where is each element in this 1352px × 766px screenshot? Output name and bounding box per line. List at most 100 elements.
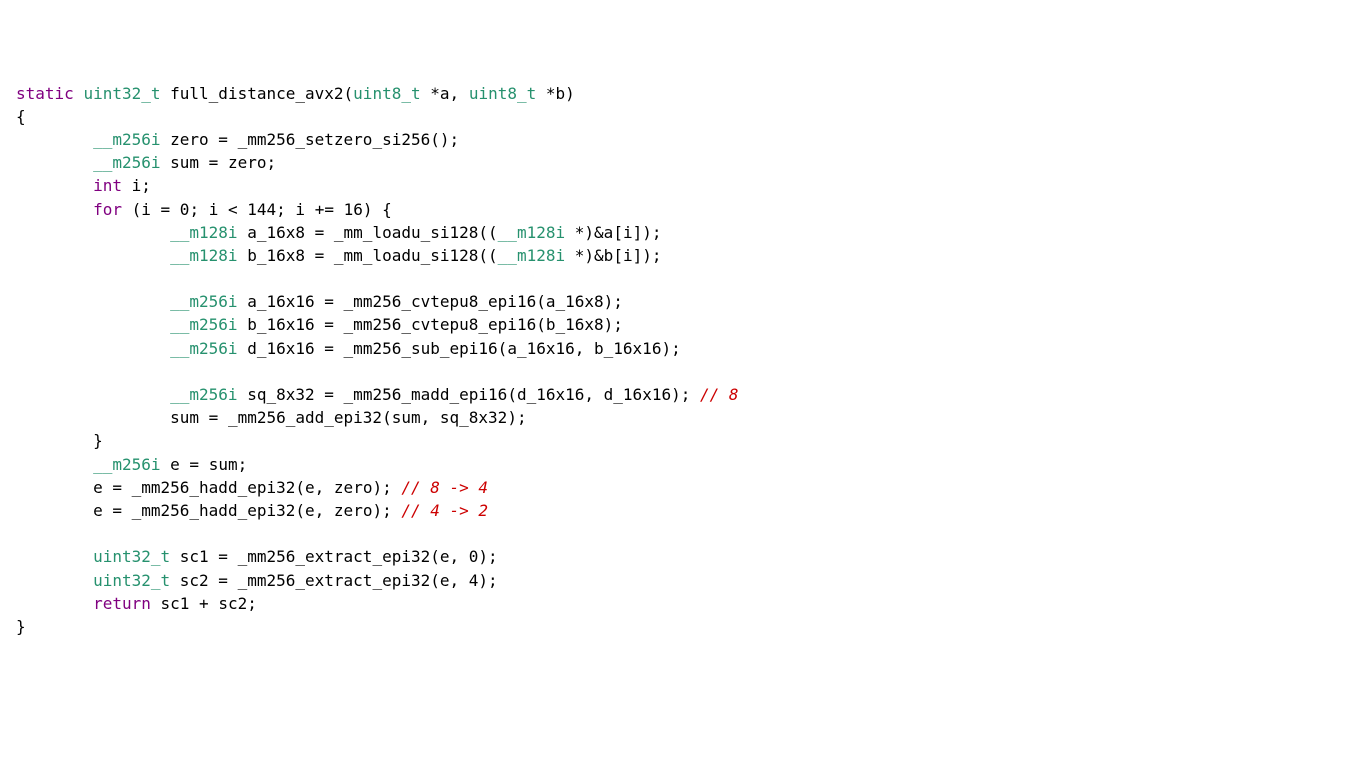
code-line-3: __m256i zero = _mm256_setzero_si256(); [16, 130, 459, 149]
type-int: int [93, 176, 122, 195]
semi: ; [141, 176, 151, 195]
var-sc2: sc2 [218, 594, 247, 613]
space [238, 223, 248, 242]
paren-open: ( [430, 571, 440, 590]
arg2: 0 [469, 547, 479, 566]
arg2: zero [334, 501, 373, 520]
amp: & [594, 246, 604, 265]
comma: , [450, 84, 460, 103]
arg1: e [305, 501, 315, 520]
fn-add: _mm256_add_epi32 [228, 408, 382, 427]
equals: = [315, 339, 344, 358]
var-i: i [141, 200, 151, 219]
equals: = [209, 571, 238, 590]
code-line-21: uint32_t sc1 = _mm256_extract_epi32(e, 0… [16, 547, 498, 566]
code-line-16: } [16, 431, 103, 450]
fn-setzero: _mm256_setzero_si256 [238, 130, 431, 149]
var-sc1: sc1 [180, 547, 209, 566]
space [161, 130, 171, 149]
code-line-19: e = _mm256_hadd_epi32(e, zero); // 4 -> … [16, 501, 488, 520]
paren-close: ) [565, 84, 575, 103]
code-line-18: e = _mm256_hadd_epi32(e, zero); // 8 -> … [16, 478, 488, 497]
comment-8: // 8 [700, 385, 739, 404]
brace-close: } [16, 617, 26, 636]
plus-equals: += [305, 200, 344, 219]
type-m256i: __m256i [93, 130, 160, 149]
equals: = [103, 501, 132, 520]
comma: , [421, 408, 440, 427]
space [565, 246, 575, 265]
arg1: e [305, 478, 315, 497]
type-m256i: __m256i [170, 339, 237, 358]
keyword-return: return [93, 594, 151, 613]
space [238, 339, 248, 358]
paren-open: ( [430, 547, 440, 566]
type-m128i: __m128i [170, 223, 237, 242]
var-sc2: sc2 [180, 571, 209, 590]
num-16: 16 [344, 200, 363, 219]
indent [16, 176, 93, 195]
var-d16x16: d_16x16 [247, 339, 314, 358]
fn-cvtepu8: _mm256_cvtepu8_epi16 [344, 315, 537, 334]
type-m256i: __m256i [170, 315, 237, 334]
space [238, 246, 248, 265]
paren-open: ( [536, 315, 546, 334]
code-line-22: uint32_t sc2 = _mm256_extract_epi32(e, 4… [16, 571, 498, 590]
indent [16, 501, 93, 520]
comma: , [450, 547, 469, 566]
space [690, 385, 700, 404]
code-line-17: __m256i e = sum; [16, 455, 247, 474]
type-uint32: uint32_t [83, 84, 160, 103]
var-sum: sum [170, 153, 199, 172]
pointer-star-b: * [546, 84, 556, 103]
code-line-15: sum = _mm256_add_epi32(sum, sq_8x32); [16, 408, 527, 427]
indent [16, 455, 93, 474]
type-uint32: uint32_t [93, 571, 170, 590]
lt: < [218, 200, 247, 219]
arg1: a_16x16 [507, 339, 574, 358]
space [238, 385, 248, 404]
equals: = [180, 455, 209, 474]
var-e: e [93, 478, 103, 497]
var-sc1: sc1 [161, 594, 190, 613]
semi: ; [238, 455, 248, 474]
type-uint8-b: uint8_t [469, 84, 536, 103]
indent [16, 408, 170, 427]
type-m256i: __m256i [93, 455, 160, 474]
comma: , [584, 385, 603, 404]
equals: = [151, 200, 180, 219]
bracket-open: [ [613, 246, 623, 265]
paren-open: (( [478, 246, 497, 265]
paren-open: ( [344, 84, 354, 103]
space [161, 153, 171, 172]
paren-close: ) [363, 200, 373, 219]
idx-i: i [623, 246, 633, 265]
bracket-open: [ [613, 223, 623, 242]
arg1: sum [392, 408, 421, 427]
var-b16x16: b_16x16 [247, 315, 314, 334]
indent [16, 153, 93, 172]
fn-sub: _mm256_sub_epi16 [344, 339, 498, 358]
fn-hadd: _mm256_hadd_epi32 [132, 478, 296, 497]
cast-m128i: __m128i [498, 223, 565, 242]
semi: ; [247, 594, 257, 613]
code-line-10: __m256i a_16x16 = _mm256_cvtepu8_epi16(a… [16, 292, 623, 311]
arg1: d_16x16 [517, 385, 584, 404]
code-line-24: } [16, 617, 26, 636]
comma: , [575, 339, 594, 358]
fn-loadu: _mm_loadu_si128 [334, 246, 479, 265]
code-line-7: __m128i a_16x8 = _mm_loadu_si128((__m128… [16, 223, 662, 242]
arr-a: a [604, 223, 614, 242]
function-name: full_distance_avx2 [170, 84, 343, 103]
end: ); [372, 478, 391, 497]
end: ); [604, 315, 623, 334]
type-m256i: __m256i [170, 385, 237, 404]
pointer-star-a: * [430, 84, 440, 103]
plus: + [189, 594, 218, 613]
var-a16x8: a_16x8 [247, 223, 305, 242]
end: ); [661, 339, 680, 358]
num-144: 144 [247, 200, 276, 219]
param-b: b [556, 84, 566, 103]
equals: = [199, 408, 228, 427]
var-b16x8: b_16x8 [247, 246, 305, 265]
